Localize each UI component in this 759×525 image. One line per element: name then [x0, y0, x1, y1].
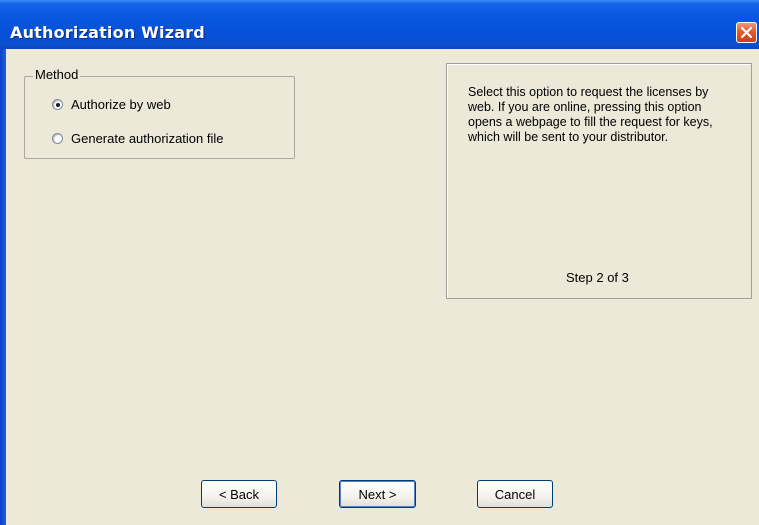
- window-title: Authorization Wizard: [10, 23, 205, 42]
- option-description: Select this option to request the licens…: [468, 85, 713, 144]
- cancel-button[interactable]: Cancel: [477, 480, 553, 508]
- close-icon: [740, 26, 753, 39]
- authorization-wizard-window: Authorization Wizard Method Authorize by…: [0, 0, 759, 525]
- method-group-legend: Method: [33, 67, 81, 82]
- generate-authorization-file-radio[interactable]: [52, 132, 63, 144]
- back-button[interactable]: < Back: [201, 480, 277, 508]
- window-frame-left: [0, 49, 6, 525]
- title-bar[interactable]: Authorization Wizard: [0, 0, 759, 49]
- close-button[interactable]: [736, 22, 757, 43]
- step-indicator: Step 2 of 3: [566, 270, 629, 285]
- authorize-by-web-option[interactable]: Authorize by web: [52, 95, 171, 113]
- authorize-by-web-radio[interactable]: [52, 98, 63, 110]
- generate-authorization-file-label[interactable]: Generate authorization file: [71, 131, 223, 146]
- next-button[interactable]: Next >: [339, 480, 416, 508]
- generate-authorization-file-option[interactable]: Generate authorization file: [52, 129, 223, 147]
- authorize-by-web-label[interactable]: Authorize by web: [71, 97, 171, 112]
